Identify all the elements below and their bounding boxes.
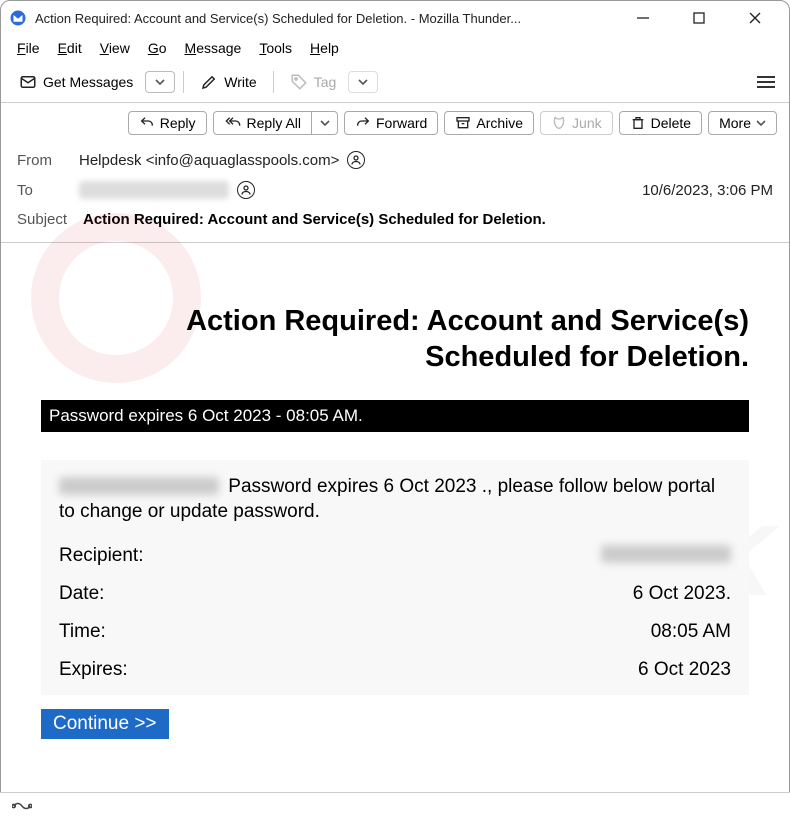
expires-value: 6 Oct 2023 bbox=[638, 659, 731, 681]
redacted-email bbox=[59, 477, 219, 495]
tag-label: Tag bbox=[314, 74, 337, 90]
menu-view[interactable]: View bbox=[94, 38, 136, 58]
message-date: 10/6/2023, 3:06 PM bbox=[642, 182, 773, 199]
date-value: 6 Oct 2023. bbox=[633, 583, 731, 605]
get-messages-dropdown[interactable] bbox=[145, 71, 175, 93]
contact-icon[interactable] bbox=[237, 181, 255, 199]
statusbar bbox=[0, 792, 790, 824]
reply-all-label: Reply All bbox=[247, 115, 301, 131]
menubar: File Edit View Go Message Tools Help bbox=[1, 35, 789, 61]
minimize-button[interactable] bbox=[615, 1, 671, 35]
menu-file[interactable]: File bbox=[11, 38, 46, 58]
more-label: More bbox=[719, 115, 751, 131]
maximize-button[interactable] bbox=[671, 1, 727, 35]
time-label: Time: bbox=[59, 621, 106, 643]
reply-label: Reply bbox=[160, 115, 196, 131]
to-label: To bbox=[17, 182, 79, 199]
email-banner: Password expires 6 Oct 2023 - 08:05 AM. bbox=[41, 400, 749, 432]
email-heading: Action Required: Account and Service(s) … bbox=[41, 303, 749, 376]
email-body: ISK Action Required: Account and Service… bbox=[1, 243, 789, 759]
archive-button[interactable]: Archive bbox=[444, 111, 534, 135]
contact-icon[interactable] bbox=[347, 151, 365, 169]
titlebar: Action Required: Account and Service(s) … bbox=[1, 1, 789, 35]
forward-button[interactable]: Forward bbox=[344, 111, 438, 135]
from-value[interactable]: Helpdesk <info@aquaglasspools.com> bbox=[79, 152, 339, 169]
tag-button[interactable]: Tag bbox=[282, 69, 345, 95]
delete-button[interactable]: Delete bbox=[619, 111, 702, 135]
subject-label: Subject bbox=[17, 211, 79, 228]
menu-tools[interactable]: Tools bbox=[253, 38, 298, 58]
connection-status-icon[interactable] bbox=[12, 798, 32, 819]
menu-message[interactable]: Message bbox=[179, 38, 248, 58]
toolbar: Get Messages Write Tag bbox=[1, 61, 789, 103]
menu-help[interactable]: Help bbox=[304, 38, 345, 58]
forward-label: Forward bbox=[376, 115, 427, 131]
email-body-text: Password expires 6 Oct 2023 ., please fo… bbox=[59, 474, 731, 525]
get-messages-label: Get Messages bbox=[43, 74, 133, 90]
more-button[interactable]: More bbox=[708, 111, 777, 135]
junk-button[interactable]: Junk bbox=[540, 111, 613, 135]
from-label: From bbox=[17, 152, 79, 169]
subject-value: Action Required: Account and Service(s) … bbox=[83, 211, 546, 228]
expires-label: Expires: bbox=[59, 659, 128, 681]
reply-all-dropdown[interactable] bbox=[312, 111, 338, 135]
window-title: Action Required: Account and Service(s) … bbox=[35, 11, 521, 26]
menu-edit[interactable]: Edit bbox=[52, 38, 88, 58]
reply-button[interactable]: Reply bbox=[128, 111, 207, 135]
to-value-redacted bbox=[79, 181, 229, 199]
delete-label: Delete bbox=[651, 115, 691, 131]
tag-dropdown[interactable] bbox=[348, 71, 378, 93]
menu-go[interactable]: Go bbox=[142, 38, 173, 58]
actionbar: Reply Reply All Forward Archive Junk Del… bbox=[1, 103, 789, 141]
time-value: 08:05 AM bbox=[651, 621, 731, 643]
recipient-label: Recipient: bbox=[59, 545, 144, 567]
menu-hamburger-button[interactable] bbox=[753, 72, 779, 92]
email-content-box: Password expires 6 Oct 2023 ., please fo… bbox=[41, 460, 749, 695]
archive-label: Archive bbox=[476, 115, 523, 131]
recipient-value-redacted bbox=[601, 545, 731, 563]
write-label: Write bbox=[224, 74, 256, 90]
continue-link[interactable]: Continue >> bbox=[41, 709, 169, 739]
thunderbird-icon bbox=[9, 9, 27, 27]
reply-all-button[interactable]: Reply All bbox=[213, 111, 312, 135]
junk-label: Junk bbox=[572, 115, 602, 131]
date-label: Date: bbox=[59, 583, 104, 605]
message-header: From Helpdesk <info@aquaglasspools.com> … bbox=[1, 141, 789, 243]
close-button[interactable] bbox=[727, 1, 783, 35]
get-messages-button[interactable]: Get Messages bbox=[11, 69, 141, 95]
write-button[interactable]: Write bbox=[192, 69, 264, 95]
